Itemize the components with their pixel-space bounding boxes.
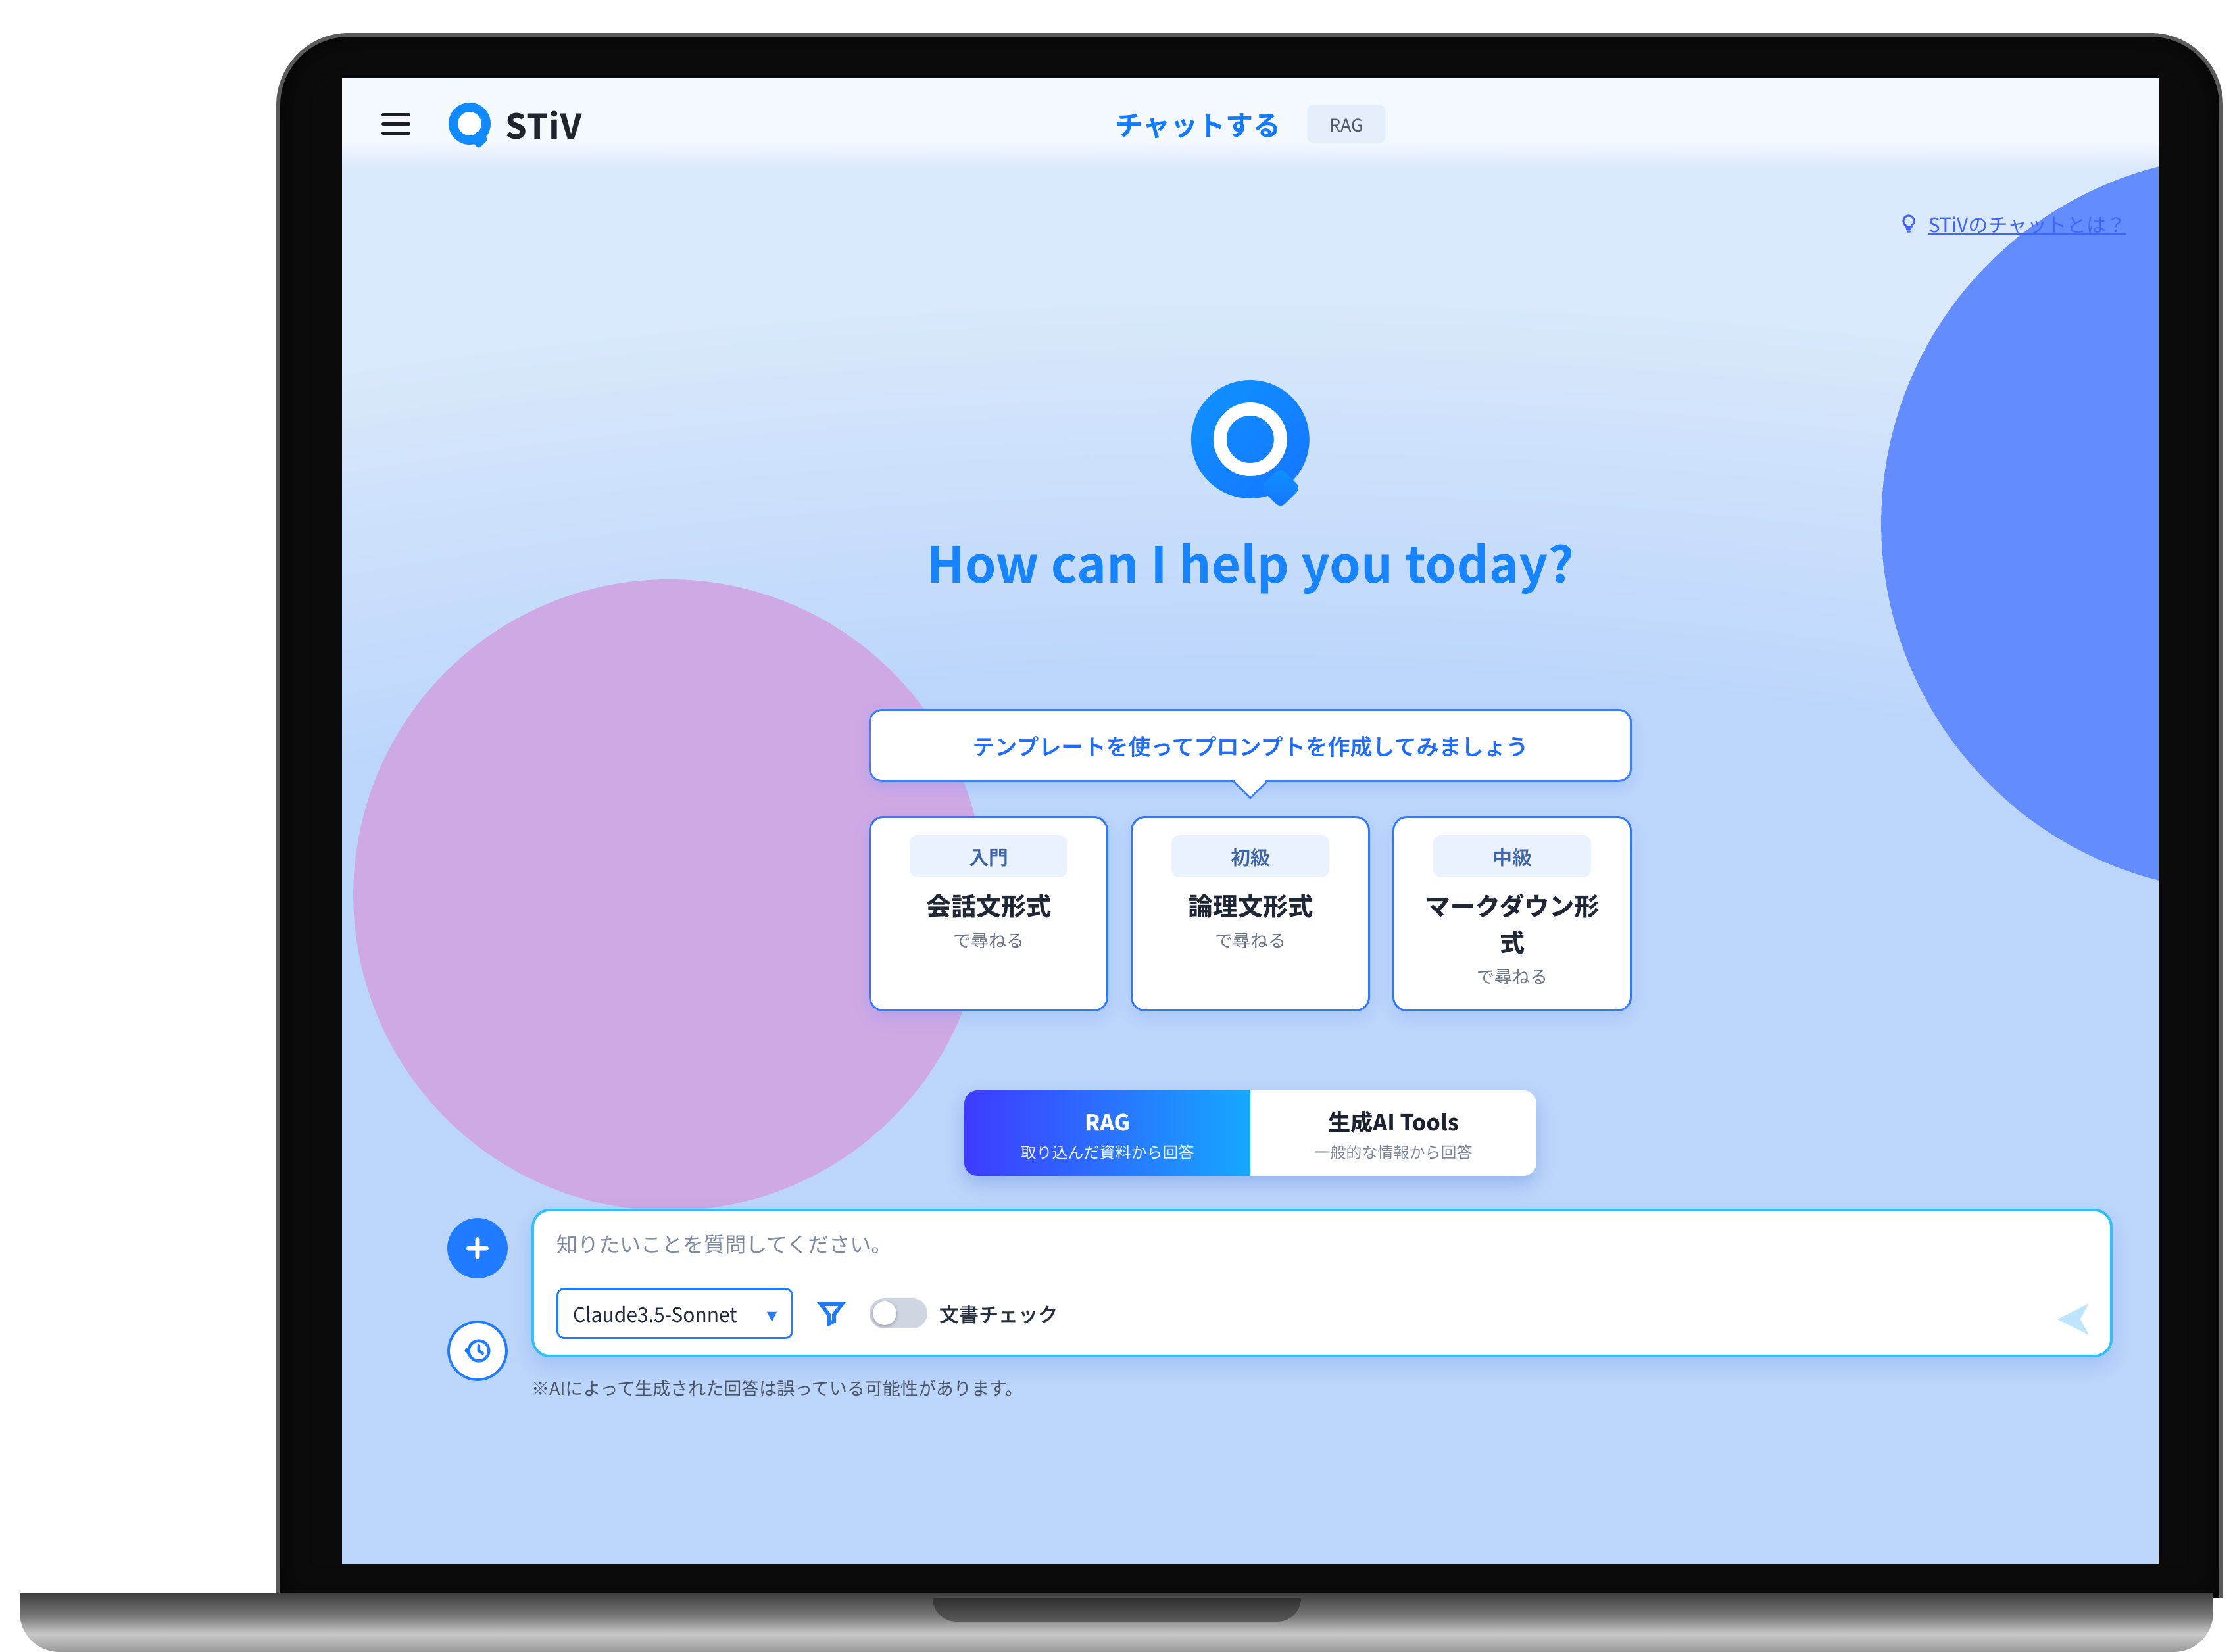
hamburger-menu-button[interactable] (381, 105, 418, 142)
card-title: 論理文形式 (1151, 887, 1350, 923)
brand-logo-icon (449, 103, 491, 145)
mode-title: 生成AI Tools (1264, 1105, 1523, 1137)
mode-rag[interactable]: RAG 取り込んだ資料から回答 (964, 1090, 1250, 1176)
new-chat-button[interactable] (447, 1218, 508, 1278)
brand-name: STiV (505, 99, 582, 149)
card-level-badge: 初級 (1171, 835, 1329, 877)
card-sub: で尋ねる (1413, 963, 1611, 988)
mode-sub: 取り込んだ資料から回答 (977, 1140, 1237, 1163)
mode-title: RAG (977, 1105, 1237, 1137)
tab-rag-badge[interactable]: RAG (1307, 105, 1386, 143)
hero-logo-icon (1191, 380, 1310, 498)
send-button[interactable] (2052, 1298, 2094, 1340)
model-selector[interactable]: Claude3.5-Sonnet ▾ (556, 1288, 793, 1339)
template-card-beginner[interactable]: 入門 会話文形式 で尋ねる (869, 816, 1108, 1011)
template-card-basic[interactable]: 初級 論理文形式 で尋ねる (1131, 816, 1370, 1011)
card-title: マークダウン形式 (1413, 887, 1611, 959)
card-sub: で尋ねる (889, 927, 1088, 952)
plus-icon (462, 1233, 493, 1263)
ai-disclaimer: ※AIによって生成された回答は誤っている可能性があります。 (531, 1374, 2113, 1400)
card-level-badge: 入門 (910, 835, 1067, 877)
doc-check-label: 文書チェック (939, 1299, 1058, 1328)
help-what-is-stiv-link[interactable]: STiVのチャットとは？ (1898, 209, 2126, 238)
funnel-icon (816, 1298, 847, 1329)
chat-input-placeholder: 知りたいことを質問してください。 (556, 1228, 2088, 1260)
app-brand: STiV (449, 99, 582, 149)
mode-gen-ai-tools[interactable]: 生成AI Tools 一般的な情報から回答 (1250, 1090, 1536, 1176)
hero-title: How can I help you today? (927, 525, 1574, 597)
mode-sub: 一般的な情報から回答 (1264, 1140, 1523, 1163)
card-level-badge: 中級 (1433, 835, 1591, 877)
tab-chat[interactable]: チャットする (1115, 104, 1281, 144)
chat-input[interactable]: 知りたいことを質問してください。 Claude3.5-Sonnet ▾ 文書チェ… (531, 1209, 2113, 1357)
laptop-base (20, 1593, 2213, 1652)
send-icon (2052, 1298, 2094, 1340)
doc-check-toggle[interactable] (870, 1298, 927, 1328)
history-icon (462, 1336, 493, 1366)
history-button[interactable] (447, 1321, 508, 1381)
card-title: 会話文形式 (889, 887, 1088, 923)
card-sub: で尋ねる (1151, 927, 1350, 952)
lightbulb-icon (1898, 213, 1919, 234)
chevron-down-icon: ▾ (767, 1299, 777, 1328)
answer-mode-switch: RAG 取り込んだ資料から回答 生成AI Tools 一般的な情報から回答 (964, 1090, 1536, 1176)
filter-button[interactable] (816, 1298, 847, 1329)
template-card-intermediate[interactable]: 中級 マークダウン形式 で尋ねる (1392, 816, 1632, 1011)
template-callout: テンプレートを使ってプロンプトを作成してみましょう (869, 709, 1632, 782)
model-selected-label: Claude3.5-Sonnet (573, 1299, 737, 1328)
